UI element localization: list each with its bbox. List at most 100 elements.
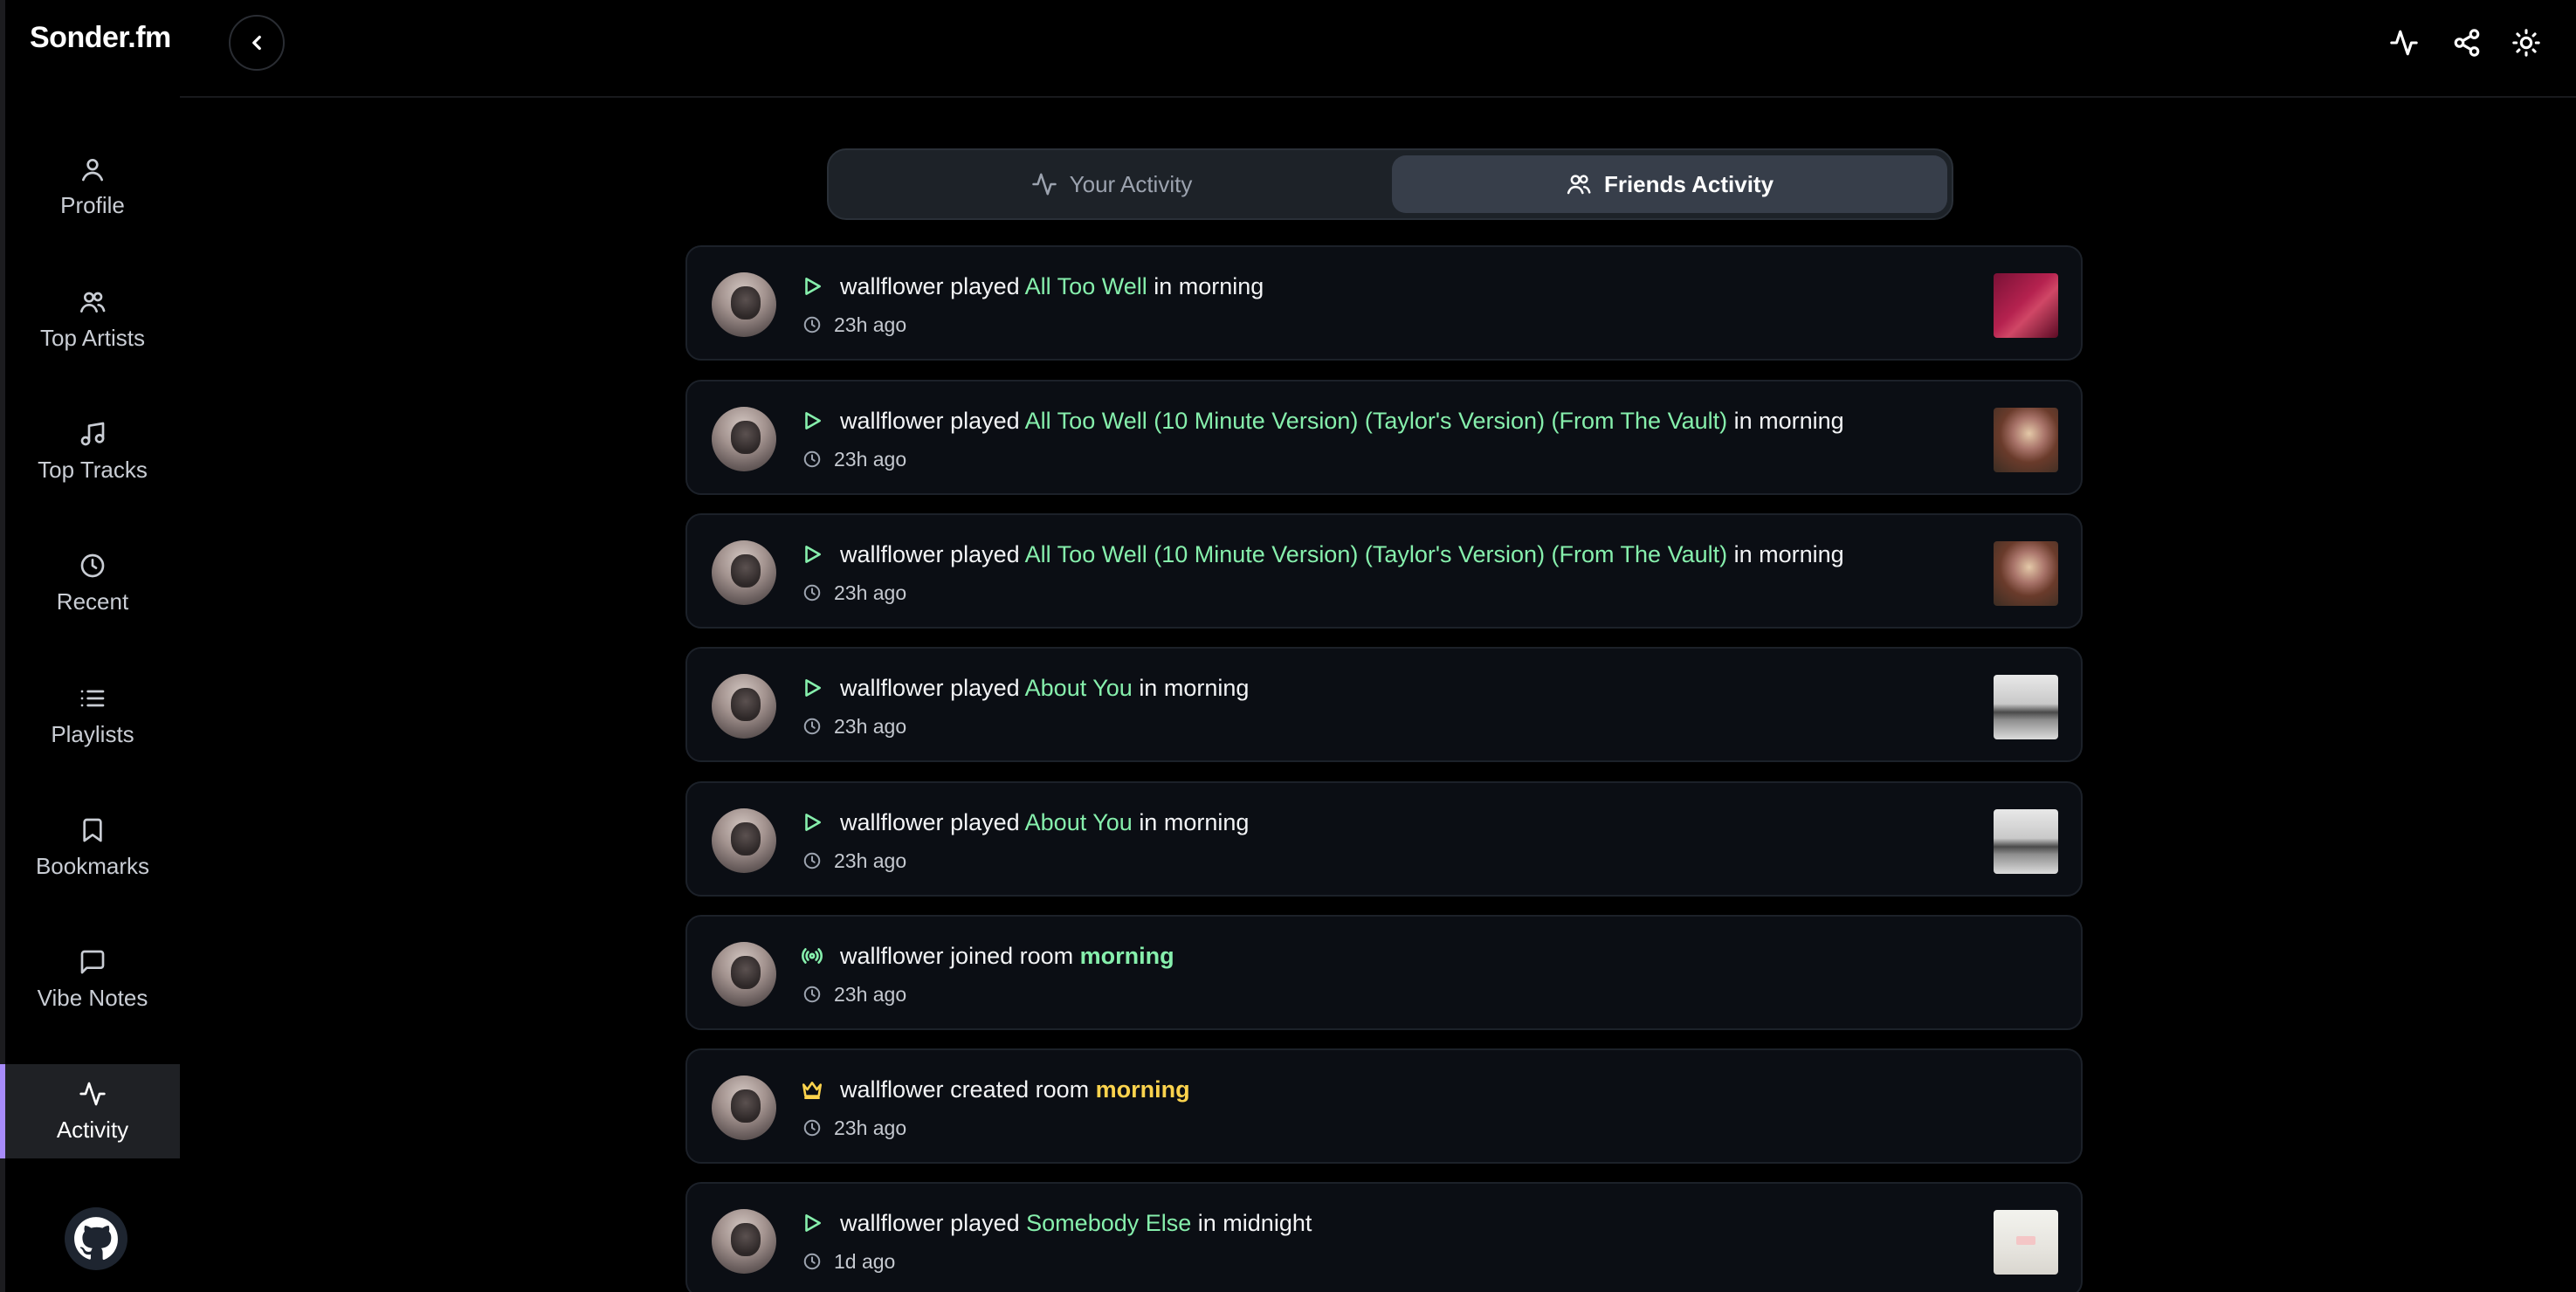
activity-room[interactable]: morning <box>1096 1076 1190 1103</box>
clock-icon <box>802 717 822 736</box>
activity-card[interactable]: wallflower played Somebody Else in midni… <box>685 1182 2083 1292</box>
back-button[interactable] <box>229 15 285 71</box>
tab-your-activity[interactable]: Your Activity <box>834 155 1389 213</box>
activity-user[interactable]: wallflower <box>840 273 944 299</box>
activity-card[interactable]: wallflower created room morning 23h ago <box>685 1048 2083 1164</box>
album-art[interactable] <box>1994 809 2058 874</box>
activity-track[interactable]: All Too Well (10 Minute Version) (Taylor… <box>1025 541 1727 567</box>
activity-text: wallflower played All Too Well (10 Minut… <box>840 541 1844 568</box>
activity-user[interactable]: wallflower <box>840 1210 944 1236</box>
avatar[interactable] <box>712 1209 776 1274</box>
activity-user[interactable]: wallflower <box>840 408 944 434</box>
activity-time: 23h ago <box>834 581 907 604</box>
activity-text: wallflower played About You in morning <box>840 809 1249 836</box>
activity-track[interactable]: Somebody Else <box>1026 1210 1191 1236</box>
avatar[interactable] <box>712 808 776 873</box>
sidebar-item-recent[interactable]: Recent <box>5 536 180 630</box>
top-header <box>180 0 2576 98</box>
activity-time: 1d ago <box>834 1250 896 1273</box>
album-art[interactable] <box>1994 408 2058 472</box>
share-icon <box>2454 29 2480 57</box>
activity-track[interactable]: All Too Well (10 Minute Version) (Taylor… <box>1025 408 1727 434</box>
play-icon <box>801 543 823 566</box>
activity-track[interactable]: About You <box>1025 809 1133 835</box>
clock-icon <box>802 583 822 602</box>
github-button[interactable] <box>65 1207 127 1270</box>
activity-user[interactable]: wallflower <box>840 675 944 701</box>
album-art[interactable] <box>1994 273 2058 338</box>
sidebar-item-label: Top Artists <box>40 324 145 351</box>
avatar[interactable] <box>712 407 776 471</box>
album-art[interactable] <box>1994 1210 2058 1275</box>
user-icon <box>82 158 103 181</box>
activity-card[interactable]: wallflower played All Too Well (10 Minut… <box>685 513 2083 629</box>
clock-icon <box>802 1118 822 1137</box>
crown-icon <box>801 1078 823 1101</box>
play-icon <box>801 1212 823 1234</box>
activity-suffix: in morning <box>1139 809 1250 835</box>
activity-verb: played <box>950 541 1020 567</box>
tab-label: Your Activity <box>1069 170 1193 197</box>
sidebar-item-playlists[interactable]: Playlists <box>5 669 180 763</box>
clock-icon <box>802 851 822 870</box>
activity-text: wallflower joined room morning <box>840 943 1174 970</box>
github-icon <box>74 1217 118 1261</box>
sidebar-item-label: Bookmarks <box>35 852 150 879</box>
avatar[interactable] <box>712 942 776 1007</box>
activity-verb: played <box>950 675 1020 701</box>
activity-button[interactable] <box>2387 26 2421 59</box>
activity-user[interactable]: wallflower <box>840 809 944 835</box>
activity-user[interactable]: wallflower <box>840 1076 944 1103</box>
activity-time: 23h ago <box>834 715 907 738</box>
activity-card[interactable]: wallflower joined room morning 23h ago <box>685 915 2083 1030</box>
activity-time: 23h ago <box>834 448 907 471</box>
clock-icon <box>802 315 822 334</box>
activity-card[interactable]: wallflower played About You in morning 2… <box>685 781 2083 897</box>
activity-verb: joined room <box>950 943 1074 969</box>
activity-track[interactable]: All Too Well <box>1025 273 1147 299</box>
sidebar-item-top-tracks[interactable]: Top Tracks <box>5 404 180 498</box>
activity-text: wallflower played About You in morning <box>840 675 1249 702</box>
activity-room[interactable]: morning <box>1080 943 1174 969</box>
activity-icon <box>1031 173 1057 196</box>
activity-user[interactable]: wallflower <box>840 943 944 969</box>
activity-text: wallflower created room morning <box>840 1076 1190 1103</box>
list-icon <box>80 690 105 706</box>
sidebar-item-top-artists[interactable]: Top Artists <box>5 272 180 367</box>
users-icon <box>80 292 106 313</box>
activity-suffix: in morning <box>1733 541 1844 567</box>
sidebar-item-label: Recent <box>56 588 129 615</box>
sidebar-item-vibe-notes[interactable]: Vibe Notes <box>5 932 180 1027</box>
activity-time: 23h ago <box>834 983 907 1006</box>
app-logo[interactable]: Sonder.fm <box>30 21 171 55</box>
avatar[interactable] <box>712 272 776 337</box>
sidebar-item-label: Profile <box>60 191 125 218</box>
activity-track[interactable]: About You <box>1025 675 1133 701</box>
activity-card[interactable]: wallflower played About You in morning 2… <box>685 647 2083 762</box>
clock-icon <box>802 1252 822 1271</box>
avatar[interactable] <box>712 674 776 739</box>
activity-text: wallflower played Somebody Else in midni… <box>840 1210 1312 1237</box>
album-art[interactable] <box>1994 675 2058 739</box>
activity-user[interactable]: wallflower <box>840 541 944 567</box>
activity-verb: played <box>950 809 1020 835</box>
clock-icon <box>802 985 822 1004</box>
activity-verb: played <box>950 273 1020 299</box>
activity-card[interactable]: wallflower played All Too Well in mornin… <box>685 245 2083 361</box>
activity-card[interactable]: wallflower played All Too Well (10 Minut… <box>685 380 2083 495</box>
sidebar-item-label: Top Tracks <box>38 456 148 483</box>
activity-time: 23h ago <box>834 313 907 336</box>
sidebar-item-profile[interactable]: Profile <box>5 140 180 234</box>
sidebar-item-activity[interactable]: Activity <box>0 1064 180 1158</box>
play-icon <box>801 677 823 699</box>
tab-friends-activity[interactable]: Friends Activity <box>1392 155 1947 213</box>
avatar[interactable] <box>712 1076 776 1140</box>
activity-verb: played <box>950 1210 1020 1236</box>
sidebar-item-bookmarks[interactable]: Bookmarks <box>5 801 180 895</box>
activity-time: 23h ago <box>834 1117 907 1139</box>
avatar[interactable] <box>712 540 776 605</box>
share-button[interactable] <box>2450 26 2483 59</box>
album-art[interactable] <box>1994 541 2058 606</box>
theme-toggle-button[interactable] <box>2510 26 2543 59</box>
activity-icon <box>79 1082 106 1105</box>
